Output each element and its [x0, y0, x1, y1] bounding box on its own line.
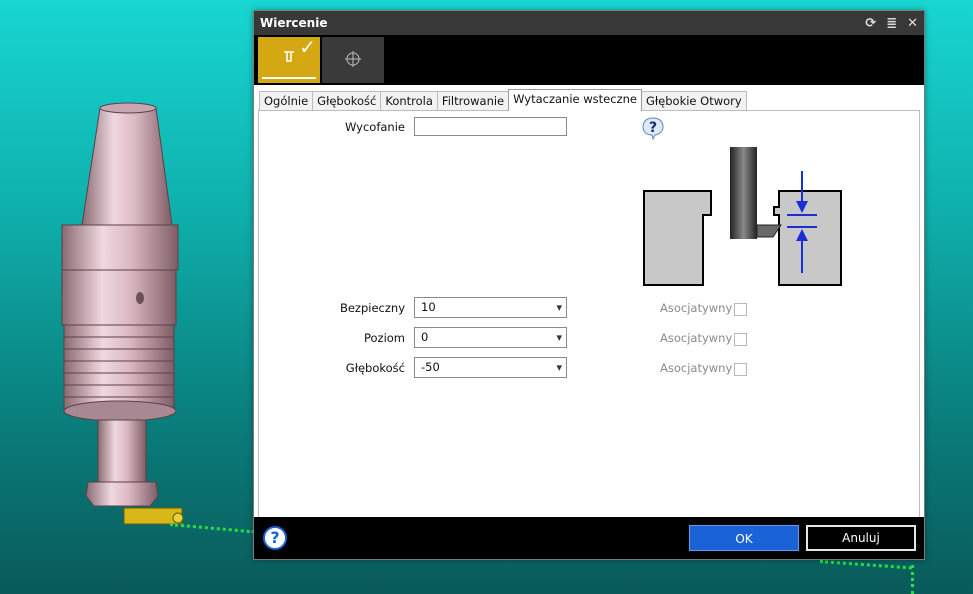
- chevron-down-icon: ▾: [556, 331, 562, 344]
- retract-label: Wycofanie: [345, 120, 405, 134]
- tab-back-boring[interactable]: Wytaczanie wsteczne: [508, 89, 642, 111]
- depth-label: Głębokość: [345, 361, 405, 375]
- chevron-down-icon: ▾: [556, 301, 562, 314]
- dialog-footer: ? OK Anuluj: [254, 517, 924, 559]
- checkmark-icon: ✓: [299, 35, 316, 59]
- menu-icon[interactable]: ≣: [886, 16, 897, 31]
- dialog-title: Wiercenie: [260, 16, 328, 30]
- cancel-button[interactable]: Anuluj: [806, 525, 916, 551]
- svg-text:?: ?: [649, 120, 657, 136]
- level-label: Poziom: [363, 331, 405, 345]
- help-bubble-icon[interactable]: ?: [641, 116, 665, 140]
- safe-value: 10: [421, 300, 436, 314]
- crosshair-icon: [322, 49, 384, 73]
- depth-select[interactable]: -50 ▾: [414, 357, 567, 378]
- tab-filtering[interactable]: Filtrowanie: [436, 91, 510, 111]
- depth-assoc-label: Asocjatywny: [660, 361, 733, 375]
- drilling-dialog: Wiercenie ⟳ ≣ ✕ ✓ Ogólnie Głębokość Kont…: [253, 10, 925, 560]
- retract-input[interactable]: [414, 117, 567, 136]
- close-icon[interactable]: ✕: [907, 16, 918, 31]
- tab-panel-back-boring: Wycofanie ? Bezpieczny 10 ▾ Asocjatywny …: [258, 110, 920, 518]
- tab-general[interactable]: Ogólnie: [259, 91, 314, 111]
- level-value: 0: [421, 330, 429, 344]
- tab-depth[interactable]: Głębokość: [312, 91, 382, 111]
- level-assoc-label: Asocjatywny: [660, 331, 733, 345]
- tab-deep-holes[interactable]: Głębokie Otwory: [640, 91, 747, 111]
- depth-value: -50: [421, 360, 440, 374]
- toolpath-line: [911, 565, 914, 594]
- depth-assoc-checkbox[interactable]: [734, 363, 747, 376]
- tab-strip: Ogólnie Głębokość Kontrola Filtrowanie W…: [259, 89, 747, 111]
- tab-control[interactable]: Kontrola: [380, 91, 438, 111]
- safe-assoc-label: Asocjatywny: [660, 301, 733, 315]
- safe-label: Bezpieczny: [339, 301, 405, 315]
- ok-button[interactable]: OK: [689, 525, 799, 551]
- safe-assoc-checkbox[interactable]: [734, 303, 747, 316]
- safe-select[interactable]: 10 ▾: [414, 297, 567, 318]
- chevron-down-icon: ▾: [556, 361, 562, 374]
- level-assoc-checkbox[interactable]: [734, 333, 747, 346]
- refresh-icon[interactable]: ⟳: [865, 16, 876, 31]
- mode-position-button[interactable]: [322, 37, 384, 83]
- help-icon[interactable]: ?: [263, 526, 287, 550]
- back-boring-diagram: [643, 147, 842, 286]
- dialog-titlebar[interactable]: Wiercenie ⟳ ≣ ✕: [254, 11, 924, 35]
- mode-drill-cycle-button[interactable]: ✓: [258, 35, 320, 83]
- mode-toolbar: ✓: [254, 35, 924, 85]
- level-select[interactable]: 0 ▾: [414, 327, 567, 348]
